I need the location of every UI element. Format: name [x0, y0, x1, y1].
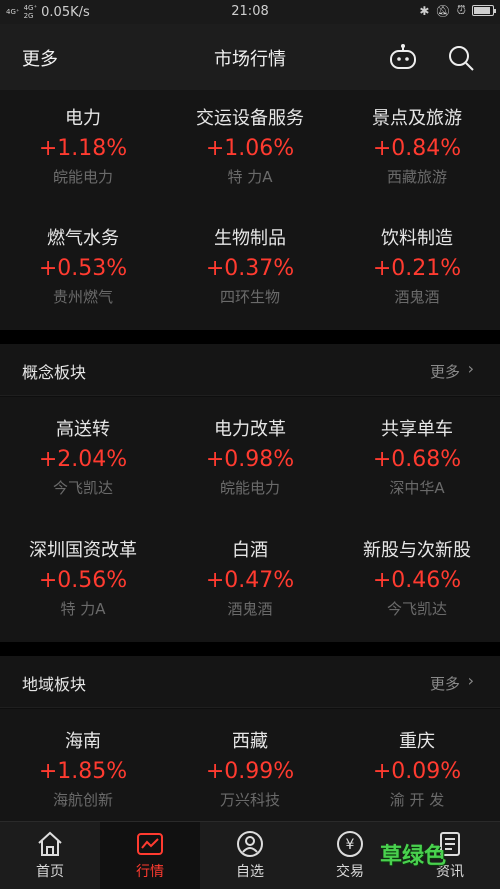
- leading-stock: 西藏旅游: [386, 168, 447, 186]
- section-title: 地域板块: [22, 675, 87, 694]
- tab-label: 首页: [36, 864, 64, 880]
- chart-icon: [137, 833, 163, 855]
- region-more-link[interactable]: 更多: [430, 673, 460, 694]
- region-sector-grid: 海南 +1.85% 海航创新 西藏 +0.99% 万兴科技 重庆 +0.09% …: [0, 709, 500, 821]
- tab-label: 行情: [136, 864, 164, 880]
- chevron-right-icon[interactable]: ›: [468, 359, 474, 378]
- tab-watchlist[interactable]: 自选: [200, 822, 300, 889]
- watermark-text: 草绿色: [380, 844, 447, 869]
- section-title: 概念板块: [22, 363, 87, 382]
- leading-stock: 今飞凯达: [52, 479, 113, 497]
- top-nav: 更多 市场行情: [0, 24, 500, 90]
- leading-stock: 深中华A: [389, 479, 445, 497]
- mute-icon: 🔕︎: [435, 3, 451, 18]
- yuan-icon: ¥: [337, 831, 363, 857]
- sector-cell[interactable]: 新股与次新股 +0.46% 今飞凯达: [334, 538, 500, 620]
- sector-cell[interactable]: 白酒 +0.47% 酒鬼酒: [167, 538, 333, 620]
- tab-label: 自选: [236, 864, 264, 880]
- sector-cell[interactable]: 交运设备服务 +1.06% 特 力A: [167, 106, 333, 188]
- sector-cell[interactable]: 饮料制造 +0.21% 酒鬼酒: [334, 226, 500, 308]
- sector-change: +0.84%: [372, 136, 462, 161]
- sector-change: +0.46%: [372, 568, 462, 593]
- page-title: 市场行情: [214, 49, 286, 70]
- chevron-right-icon[interactable]: ›: [468, 671, 474, 690]
- sector-change: +0.47%: [205, 568, 295, 593]
- sector-change: +0.56%: [38, 568, 128, 593]
- tab-market[interactable]: 行情: [100, 822, 200, 889]
- industry-sector-grid: 电力 +1.18% 皖能电力 交运设备服务 +1.06% 特 力A 景点及旅游 …: [0, 90, 500, 330]
- sector-name: 燃气水务: [47, 228, 119, 249]
- sector-name: 电力: [65, 108, 101, 129]
- sector-name: 共享单车: [381, 419, 453, 440]
- sector-cell[interactable]: 海南 +1.85% 海航创新: [0, 729, 166, 811]
- sector-change: +0.68%: [372, 447, 462, 472]
- leading-stock: 特 力A: [60, 600, 106, 618]
- sector-cell[interactable]: 西藏 +0.99% 万兴科技: [167, 729, 333, 811]
- sector-cell[interactable]: 共享单车 +0.68% 深中华A: [334, 417, 500, 499]
- sector-change: +0.98%: [205, 447, 295, 472]
- concept-section-header: 概念板块 更多 ›: [0, 344, 500, 396]
- leading-stock: 皖能电力: [52, 168, 113, 186]
- sector-cell[interactable]: 电力 +1.18% 皖能电力: [0, 106, 166, 188]
- sector-change: +0.09%: [372, 759, 462, 784]
- bluetooth-icon: ✱: [419, 3, 430, 18]
- sector-cell[interactable]: 景点及旅游 +0.84% 西藏旅游: [334, 106, 500, 188]
- sector-change: +1.06%: [205, 136, 295, 161]
- leading-stock: 万兴科技: [219, 791, 280, 809]
- leading-stock: 酒鬼酒: [227, 600, 273, 618]
- sector-name: 交运设备服务: [196, 108, 304, 129]
- section-divider: [0, 330, 500, 344]
- sector-name: 深圳国资改革: [29, 540, 137, 561]
- sector-cell[interactable]: 燃气水务 +0.53% 贵州燃气: [0, 226, 166, 308]
- sector-change: +0.99%: [205, 759, 295, 784]
- sector-change: +1.18%: [38, 136, 128, 161]
- battery-fill: [474, 7, 491, 14]
- sector-name: 电力改革: [214, 419, 286, 440]
- tab-home[interactable]: 首页: [0, 822, 100, 889]
- sector-cell[interactable]: 生物制品 +0.37% 四环生物: [167, 226, 333, 308]
- sector-cell[interactable]: 电力改革 +0.98% 皖能电力: [167, 417, 333, 499]
- leading-stock: 渝 开 发: [389, 791, 445, 809]
- sector-change: +1.85%: [38, 759, 128, 784]
- sector-name: 新股与次新股: [363, 540, 471, 561]
- sector-change: +0.21%: [372, 256, 462, 281]
- robot-assistant-icon[interactable]: [388, 43, 418, 73]
- section-divider: [0, 642, 500, 656]
- battery-icon: [472, 5, 496, 16]
- user-icon: [237, 831, 263, 857]
- sector-cell[interactable]: 高送转 +2.04% 今飞凯达: [0, 417, 166, 499]
- leading-stock: 四环生物: [219, 288, 280, 306]
- sector-name: 景点及旅游: [372, 108, 462, 129]
- sector-name: 生物制品: [214, 228, 286, 249]
- sector-change: +2.04%: [38, 447, 128, 472]
- sector-name: 白酒: [232, 540, 268, 561]
- leading-stock: 贵州燃气: [52, 288, 113, 306]
- sector-cell[interactable]: 重庆 +0.09% 渝 开 发: [334, 729, 500, 811]
- sector-name: 饮料制造: [381, 228, 453, 249]
- sector-change: +0.53%: [38, 256, 128, 281]
- concept-sector-grid: 高送转 +2.04% 今飞凯达 电力改革 +0.98% 皖能电力 共享单车 +0…: [0, 397, 500, 642]
- sector-name: 西藏: [232, 731, 268, 752]
- svg-text:¥: ¥: [346, 837, 355, 853]
- concept-more-link[interactable]: 更多: [430, 361, 460, 382]
- sector-cell[interactable]: 深圳国资改革 +0.56% 特 力A: [0, 538, 166, 620]
- leading-stock: 特 力A: [227, 168, 273, 186]
- sector-change: +0.37%: [205, 256, 295, 281]
- search-icon[interactable]: [446, 43, 476, 73]
- sector-name: 重庆: [399, 731, 435, 752]
- leading-stock: 今飞凯达: [386, 600, 447, 618]
- home-icon: [38, 831, 62, 856]
- status-right: ✱ 🔕︎ ⏰︎: [419, 3, 496, 18]
- leading-stock: 皖能电力: [219, 479, 280, 497]
- sector-name: 海南: [65, 731, 101, 752]
- alarm-icon: ⏰︎: [456, 3, 466, 17]
- leading-stock: 酒鬼酒: [394, 288, 440, 306]
- region-section-header: 地域板块 更多 ›: [0, 656, 500, 708]
- sector-name: 高送转: [56, 419, 110, 440]
- status-bar: 4G⁺ 4G⁺ 2G 0.05K/s 21:08 ✱ 🔕︎ ⏰︎: [0, 0, 500, 24]
- leading-stock: 海航创新: [52, 791, 113, 809]
